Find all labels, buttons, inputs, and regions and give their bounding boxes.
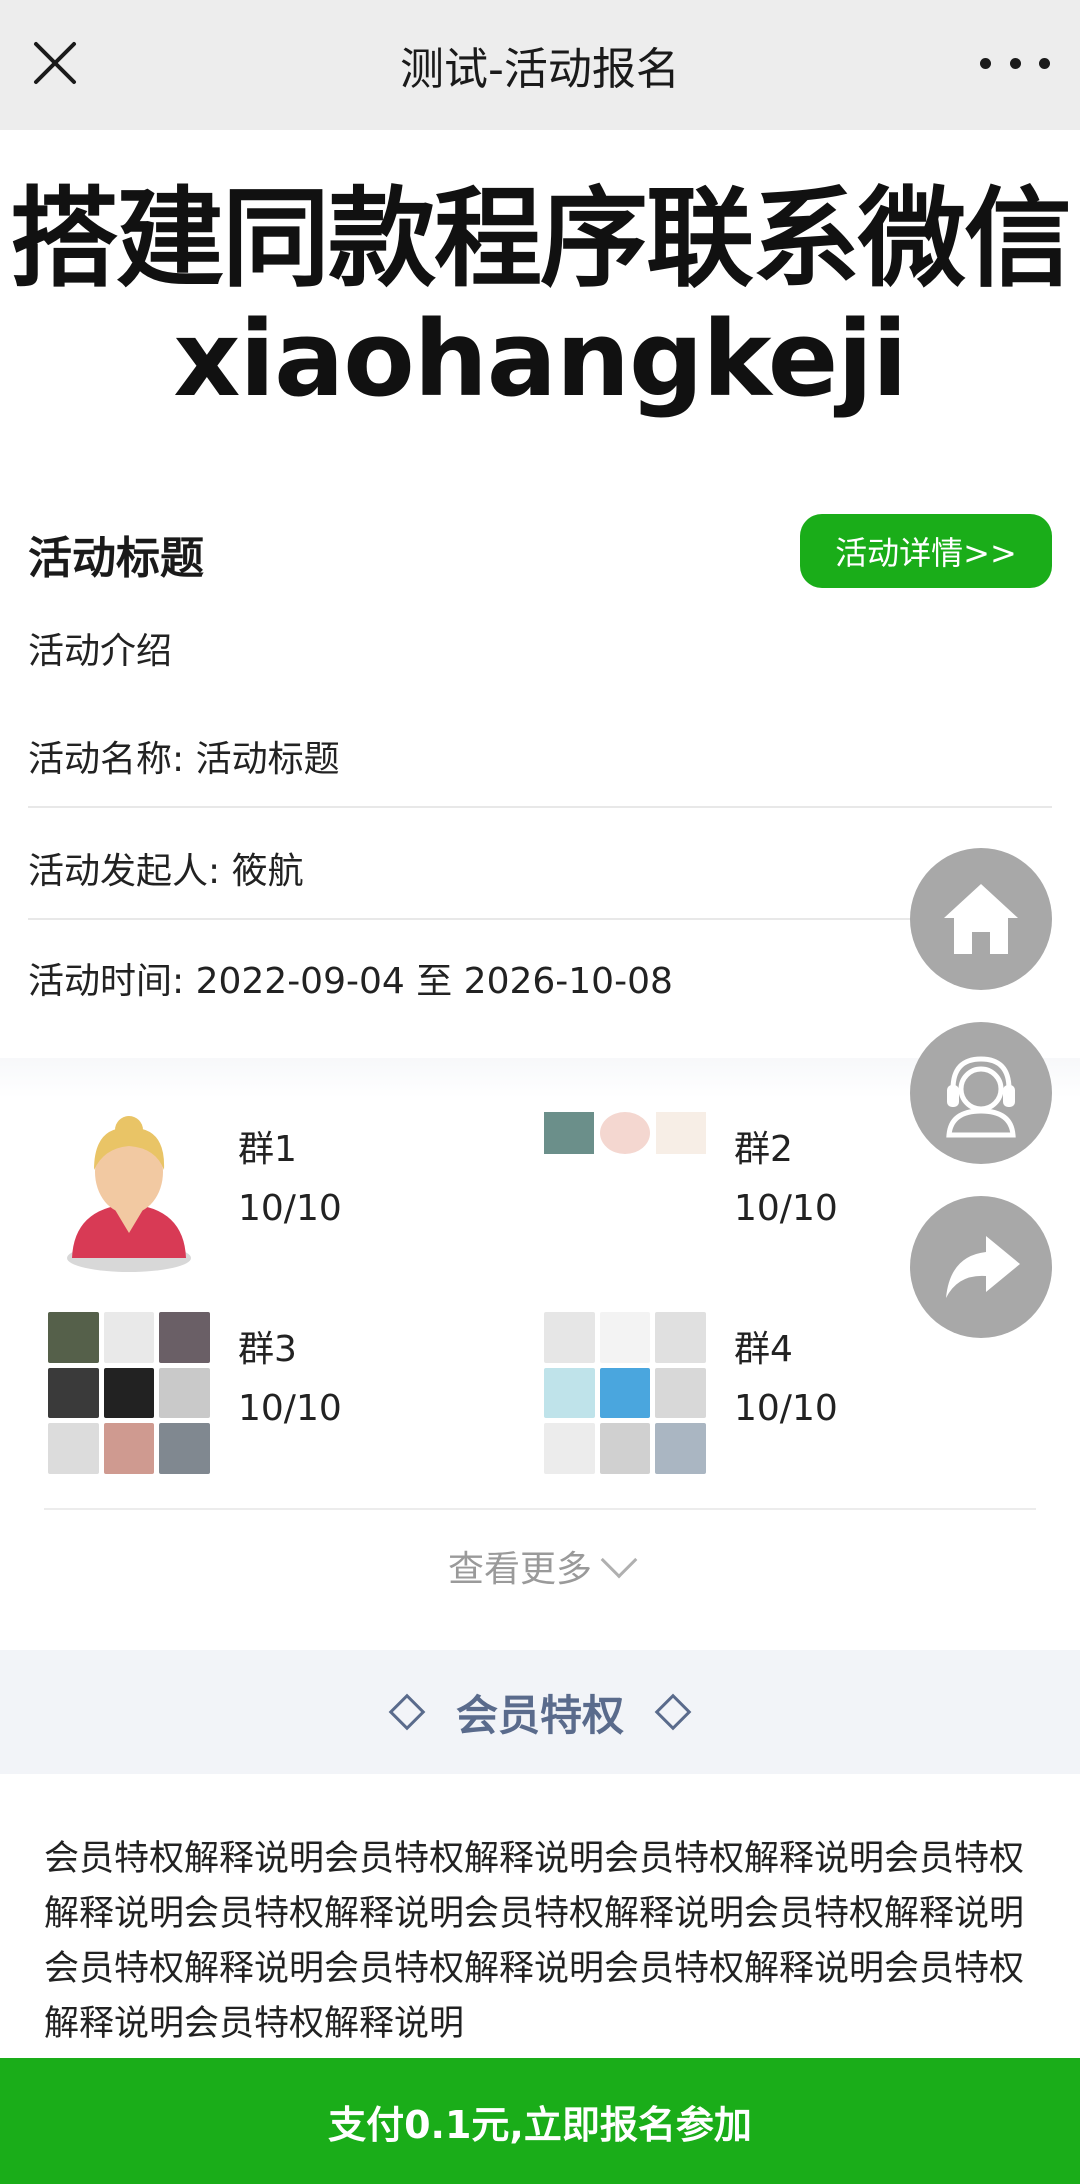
more-dots-icon[interactable]	[980, 38, 1050, 88]
group-avatar	[44, 1108, 214, 1278]
home-button[interactable]	[910, 848, 1052, 990]
group-count: 10/10	[734, 1188, 838, 1229]
group-item[interactable]: 群1 10/10	[44, 1108, 524, 1288]
activity-title: 活动标题	[28, 533, 204, 584]
view-more-link[interactable]: 查看更多	[0, 1540, 1080, 1592]
group-name: 群1	[238, 1129, 297, 1170]
group-avatar	[44, 1308, 214, 1478]
divider	[44, 1508, 1036, 1510]
view-more-label: 查看更多	[447, 1549, 592, 1590]
member-title: 会员特权	[455, 1690, 624, 1740]
activity-detail-button[interactable]: 活动详情>>	[800, 514, 1052, 588]
activity-initiator-row: 活动发起人: 筱航	[28, 842, 1052, 920]
group-name: 群3	[238, 1329, 297, 1370]
group-item[interactable]: 群4 10/10	[540, 1308, 1020, 1488]
diamond-icon	[388, 1693, 426, 1731]
customer-service-icon	[946, 1056, 1016, 1138]
pay-signup-button[interactable]: 支付0.1元,立即报名参加	[0, 2058, 1080, 2184]
activity-name-row: 活动名称: 活动标题	[28, 730, 1052, 808]
group-avatar	[540, 1108, 710, 1278]
diamond-icon	[654, 1693, 692, 1731]
member-description: 会员特权解释说明会员特权解释说明会员特权解释说明会员特权解释说明会员特权解释说明…	[44, 1839, 1025, 2044]
share-button[interactable]	[910, 1196, 1052, 1338]
member-section-header: 会员特权	[0, 1650, 1080, 1774]
group-count: 10/10	[734, 1388, 838, 1429]
group-count: 10/10	[238, 1388, 342, 1429]
group-count: 10/10	[238, 1188, 342, 1229]
promo-banner: 搭建同款程序联系微信 xiaohangkeji	[0, 130, 1080, 470]
banner-headline: 搭建同款程序联系微信	[9, 177, 1072, 302]
share-icon	[946, 1236, 1020, 1298]
navigation-bar: 测试-活动报名	[0, 0, 1080, 130]
group-name: 群2	[734, 1129, 793, 1170]
group-item[interactable]: 群3 10/10	[44, 1308, 524, 1488]
activity-intro: 活动介绍	[28, 631, 173, 672]
page-title: 测试-活动报名	[400, 44, 680, 95]
banner-wechat-id: xiaohangkeji	[173, 298, 907, 420]
close-icon[interactable]	[30, 38, 80, 88]
activity-time-row: 活动时间: 2022-09-04 至 2026-10-08	[28, 961, 673, 1002]
home-icon	[944, 884, 1018, 954]
group-avatar	[540, 1308, 710, 1478]
group-name: 群4	[734, 1329, 793, 1370]
customer-service-button[interactable]	[910, 1022, 1052, 1164]
chevron-down-icon	[600, 1541, 638, 1579]
